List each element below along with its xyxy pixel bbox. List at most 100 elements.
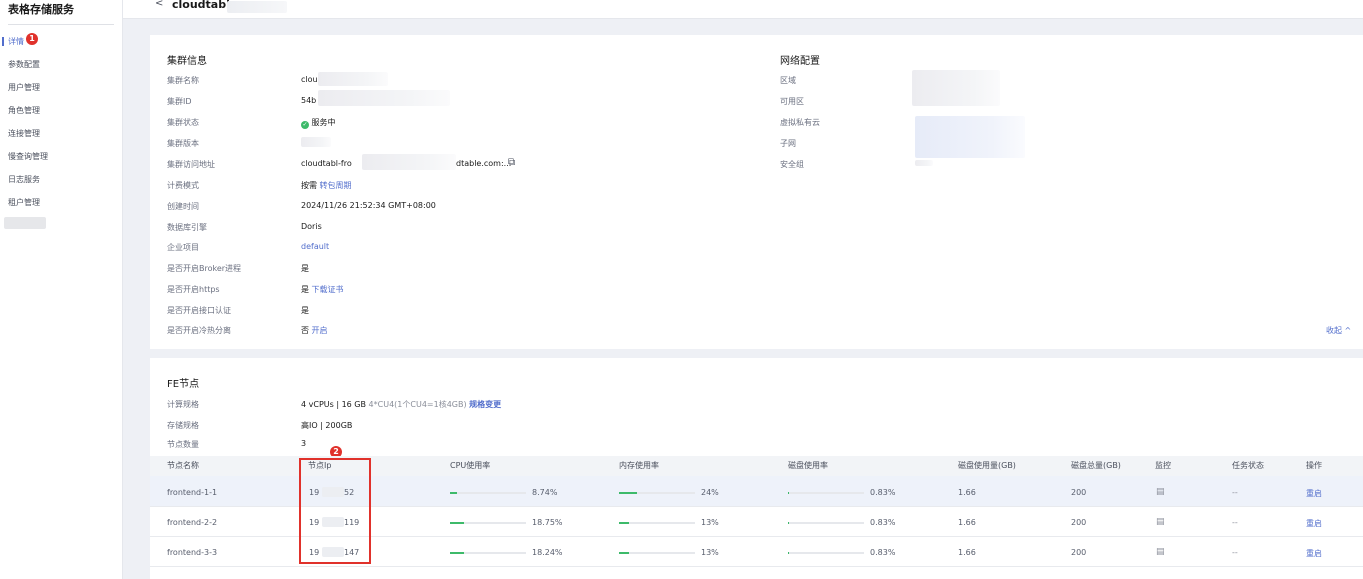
- enable-hot-cold-link[interactable]: 开启: [312, 326, 328, 335]
- value-api-auth: 是: [301, 306, 309, 315]
- value-compute-spec: 4 vCPUs | 16 GB 4*CU4(1个CU4=1核4GB) 规格变更: [301, 399, 501, 410]
- change-spec-link[interactable]: 规格变更: [469, 400, 501, 409]
- collapse-toggle[interactable]: 收起 ^: [1326, 325, 1351, 336]
- cell-task-status: --: [1232, 518, 1238, 527]
- cpu-usage-bar: [450, 552, 526, 554]
- label-cluster-version: 集群版本: [167, 139, 199, 148]
- download-cert-link[interactable]: 下载证书: [312, 285, 344, 294]
- billing-value: 按需: [301, 181, 317, 190]
- cell-disk-used: 1.66: [958, 518, 976, 527]
- value-storage-spec: 高IO | 200GB: [301, 421, 353, 430]
- network-values-redacted: [912, 70, 1000, 106]
- restart-button[interactable]: 重启: [1306, 548, 1322, 559]
- switch-to-yearly-link[interactable]: 转包周期: [320, 181, 352, 190]
- label-cluster-name: 集群名称: [167, 76, 199, 85]
- label-region: 区域: [780, 76, 796, 85]
- restart-button[interactable]: 重启: [1306, 518, 1322, 529]
- value-cluster-version-redacted: [301, 137, 331, 147]
- disk-usage-bar: [788, 552, 864, 554]
- sidebar-item-connections[interactable]: 连接管理: [8, 128, 40, 139]
- label-subnet: 子网: [780, 139, 796, 148]
- monitor-icon[interactable]: ▤: [1156, 517, 1165, 527]
- col-task-status: 任务状态: [1232, 461, 1264, 470]
- status-text: 服务中: [311, 118, 336, 127]
- redacted: [362, 154, 456, 170]
- annotation-badge-1: 1: [26, 33, 38, 45]
- sidebar-item-roles[interactable]: 角色管理: [8, 105, 40, 116]
- network-config-title: 网络配置: [780, 56, 820, 67]
- label-cluster-status: 集群状态: [167, 118, 199, 127]
- sidebar-item-redacted[interactable]: [4, 217, 46, 229]
- sidebar-item-tenants[interactable]: 租户管理: [8, 197, 40, 208]
- cell-disk-usage: 0.83%: [870, 518, 896, 527]
- cpu-usage-bar-fill: [450, 552, 464, 554]
- cell-disk-used: 1.66: [958, 488, 976, 497]
- cell-task-status: --: [1232, 488, 1238, 497]
- col-memory: 内存使用率: [619, 461, 659, 470]
- sidebar-title: 表格存储服务: [8, 3, 74, 16]
- disk-usage-bar-fill: [788, 492, 789, 494]
- memory-usage-bar: [619, 552, 695, 554]
- label-billing-mode: 计费模式: [167, 181, 199, 190]
- copy-icon[interactable]: ⧉: [508, 157, 515, 168]
- restart-button[interactable]: 重启: [1306, 488, 1322, 499]
- annotation-highlight-box: [299, 458, 371, 564]
- memory-usage-bar: [619, 522, 695, 524]
- sidebar-item-params[interactable]: 参数配置: [8, 59, 40, 70]
- disk-usage-bar: [788, 522, 864, 524]
- network-links-redacted: [915, 116, 1025, 158]
- enterprise-project-link[interactable]: default: [301, 242, 329, 251]
- cell-disk-total: 200: [1071, 518, 1087, 527]
- sidebar-item-users[interactable]: 用户管理: [8, 82, 40, 93]
- label-db-engine: 数据库引擎: [167, 223, 207, 232]
- label-az: 可用区: [780, 97, 804, 106]
- value-access-prefix: cloudtabl-fro: [301, 159, 352, 168]
- label-hot-cold: 是否开启冷热分离: [167, 326, 231, 335]
- label-https: 是否开启https: [167, 285, 220, 294]
- sidebar-divider: [8, 24, 114, 25]
- sidebar-item-details[interactable]: 详情: [2, 36, 24, 47]
- value-hot-cold: 否 开启: [301, 325, 328, 336]
- col-operation: 操作: [1306, 461, 1322, 470]
- col-disk: 磁盘使用率: [788, 461, 828, 470]
- cell-memory-usage: 24%: [701, 488, 719, 497]
- back-icon[interactable]: <: [155, 0, 163, 9]
- monitor-icon[interactable]: ▤: [1156, 547, 1165, 557]
- cell-disk-usage: 0.83%: [870, 488, 896, 497]
- value-billing-mode: 按需 转包周期: [301, 180, 352, 191]
- label-api-auth: 是否开启接口认证: [167, 306, 231, 315]
- fe-node-title: FE节点: [167, 379, 200, 390]
- label-broker: 是否开启Broker进程: [167, 264, 242, 273]
- value-db-engine: Doris: [301, 222, 322, 231]
- cell-disk-total: 200: [1071, 548, 1087, 557]
- value-cluster-id: 54b: [301, 96, 317, 105]
- label-security-group: 安全组: [780, 160, 804, 169]
- label-vpc: 虚拟私有云: [780, 118, 820, 127]
- value-cluster-name: clou: [301, 75, 318, 84]
- value-broker: 是: [301, 264, 309, 273]
- cell-disk-usage: 0.83%: [870, 548, 896, 557]
- top-bar: < cloudtabl: [123, 0, 1363, 19]
- value-cluster-status: ✓ 服务中: [301, 117, 336, 129]
- monitor-icon[interactable]: ▤: [1156, 487, 1165, 497]
- cell-cpu-usage: 18.24%: [532, 548, 563, 557]
- cell-cpu-usage: 8.74%: [532, 488, 558, 497]
- cpu-usage-bar-fill: [450, 492, 457, 494]
- cell-task-status: --: [1232, 548, 1238, 557]
- col-cpu: CPU使用率: [450, 461, 491, 470]
- page-title: cloudtabl: [172, 0, 230, 11]
- sidebar-item-logs[interactable]: 日志服务: [8, 174, 40, 185]
- sidebar-item-slow-query[interactable]: 慢查询管理: [8, 151, 48, 162]
- col-disk-total: 磁盘总量(GB): [1071, 461, 1121, 470]
- label-node-count: 节点数量: [167, 440, 199, 449]
- label-compute-spec: 计算规格: [167, 400, 199, 409]
- sidebar: 表格存储服务 详情 1 参数配置 用户管理 角色管理 连接管理 慢查询管理 日志…: [0, 0, 123, 579]
- memory-usage-bar-fill: [619, 552, 629, 554]
- label-cluster-id: 集群ID: [167, 97, 192, 106]
- cell-memory-usage: 13%: [701, 548, 719, 557]
- label-enterprise-project: 企业项目: [167, 243, 199, 252]
- cell-disk-total: 200: [1071, 488, 1087, 497]
- redacted: [318, 72, 388, 86]
- cell-node-name: frontend-3-3: [167, 548, 218, 557]
- value-https: 是 下载证书: [301, 284, 344, 295]
